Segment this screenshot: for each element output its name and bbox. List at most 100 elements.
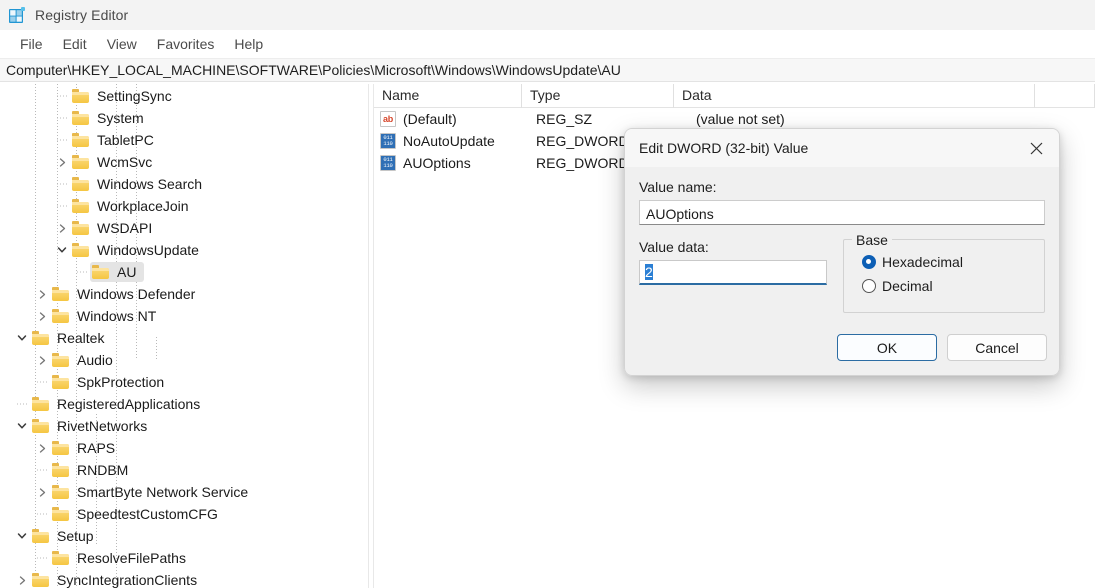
tree-leaf-connector xyxy=(14,393,30,415)
column-header-name[interactable]: Name xyxy=(374,84,522,108)
chevron-right-icon[interactable] xyxy=(34,305,50,327)
chevron-down-icon[interactable] xyxy=(14,327,30,349)
chevron-right-icon[interactable] xyxy=(14,569,30,588)
tree-item-windows-nt[interactable]: Windows NT xyxy=(0,305,368,327)
value-type: REG_SZ xyxy=(528,111,680,127)
tree-item-label: WSDAPI xyxy=(95,219,154,237)
tree-item-content: RNDBM xyxy=(50,460,136,480)
folder-icon xyxy=(32,573,49,587)
value-row[interactable]: ab(Default)REG_SZ(value not set) xyxy=(374,108,1095,130)
value-name-input[interactable] xyxy=(639,200,1045,225)
base-groupbox: Base Hexadecimal Decimal xyxy=(843,239,1045,313)
value-name: (Default) xyxy=(403,111,528,127)
tree-item-content: WorkplaceJoin xyxy=(70,196,197,216)
menu-help[interactable]: Help xyxy=(224,34,273,54)
column-header-data[interactable]: Data xyxy=(674,84,1035,108)
tree-item-system[interactable]: System xyxy=(0,107,368,129)
tree-item-smartbyte-network-service[interactable]: SmartByte Network Service xyxy=(0,481,368,503)
value-name: AUOptions xyxy=(403,155,528,171)
tree-item-setup[interactable]: Setup xyxy=(0,525,368,547)
tree-item-audio[interactable]: Audio xyxy=(0,349,368,371)
column-header-type[interactable]: Type xyxy=(522,84,674,108)
column-header-filler xyxy=(1035,84,1095,108)
tree-item-resolvefilepaths[interactable]: ResolveFilePaths xyxy=(0,547,368,569)
tree-item-label: SmartByte Network Service xyxy=(75,483,250,501)
registry-tree-pane[interactable]: SettingSync System TabletPC WcmSvc Windows S… xyxy=(0,84,368,588)
folder-icon xyxy=(72,199,89,213)
tree-leaf-connector xyxy=(54,195,70,217)
reg-dword-icon: 011110 xyxy=(380,133,396,149)
tree-item-content: Audio xyxy=(50,350,121,370)
close-icon[interactable] xyxy=(1014,129,1059,167)
tree-leaf-connector xyxy=(34,459,50,481)
folder-icon xyxy=(52,287,69,301)
tree-item-label: SpeedtestCustomCFG xyxy=(75,505,220,523)
column-header-row: Name Type Data xyxy=(374,84,1095,108)
radio-decimal[interactable]: Decimal xyxy=(862,274,1034,298)
tree-leaf-connector xyxy=(74,261,90,283)
tree-item-realtek[interactable]: Realtek xyxy=(0,327,368,349)
tree-item-label: Setup xyxy=(55,527,96,545)
tree-item-syncintegrationclients[interactable]: SyncIntegrationClients xyxy=(0,569,368,588)
tree-item-label: WcmSvc xyxy=(95,153,154,171)
chevron-right-icon[interactable] xyxy=(54,151,70,173)
radio-hexadecimal[interactable]: Hexadecimal xyxy=(862,250,1034,274)
tree-item-label: RivetNetworks xyxy=(55,417,149,435)
tree-item-au[interactable]: AU xyxy=(0,261,368,283)
tree-item-settingsync[interactable]: SettingSync xyxy=(0,85,368,107)
dialog-title: Edit DWORD (32-bit) Value xyxy=(639,140,808,156)
dialog-button-row: OK Cancel xyxy=(837,334,1047,361)
tree-item-raps[interactable]: RAPS xyxy=(0,437,368,459)
menu-favorites[interactable]: Favorites xyxy=(147,34,225,54)
chevron-right-icon[interactable] xyxy=(34,283,50,305)
ok-button[interactable]: OK xyxy=(837,334,937,361)
tree-item-windows-search[interactable]: Windows Search xyxy=(0,173,368,195)
chevron-right-icon[interactable] xyxy=(54,217,70,239)
tree-item-content: Setup xyxy=(30,526,102,546)
chevron-down-icon[interactable] xyxy=(54,239,70,261)
tree-item-windowsupdate[interactable]: WindowsUpdate xyxy=(0,239,368,261)
dialog-body: Value name: Value data: 2 Base Hexadecim… xyxy=(625,167,1059,313)
tree-leaf-connector xyxy=(34,371,50,393)
tree-leaf-connector xyxy=(54,107,70,129)
tree-item-label: ResolveFilePaths xyxy=(75,549,188,567)
folder-icon xyxy=(72,133,89,147)
folder-icon xyxy=(72,221,89,235)
menu-edit[interactable]: Edit xyxy=(53,34,97,54)
chevron-down-icon[interactable] xyxy=(14,525,30,547)
menu-view[interactable]: View xyxy=(97,34,147,54)
value-name-label: Value name: xyxy=(639,179,1045,195)
chevron-right-icon[interactable] xyxy=(34,349,50,371)
tree-item-wcmsvc[interactable]: WcmSvc xyxy=(0,151,368,173)
tree-item-speedtestcustomcfg[interactable]: SpeedtestCustomCFG xyxy=(0,503,368,525)
tree-item-label: System xyxy=(95,109,146,127)
value-data-input[interactable]: 2 xyxy=(639,260,827,285)
tree-item-registeredapplications[interactable]: RegisteredApplications xyxy=(0,393,368,415)
tree-leaf-connector xyxy=(34,547,50,569)
tree-item-wsdapi[interactable]: WSDAPI xyxy=(0,217,368,239)
menu-file[interactable]: File xyxy=(10,34,53,54)
tree-item-spkprotection[interactable]: SpkProtection xyxy=(0,371,368,393)
tree-item-label: Windows Search xyxy=(95,175,204,193)
tree-leaf-connector xyxy=(34,503,50,525)
tree-item-label: SyncIntegrationClients xyxy=(55,571,199,588)
folder-icon xyxy=(32,331,49,345)
tree-leaf-connector xyxy=(54,129,70,151)
dialog-title-bar: Edit DWORD (32-bit) Value xyxy=(625,129,1059,167)
tree-item-content: Realtek xyxy=(30,328,112,348)
tree-item-windows-defender[interactable]: Windows Defender xyxy=(0,283,368,305)
tree-item-rivetnetworks[interactable]: RivetNetworks xyxy=(0,415,368,437)
tree-item-label: SpkProtection xyxy=(75,373,166,391)
chevron-right-icon[interactable] xyxy=(34,481,50,503)
registry-path[interactable]: Computer\HKEY_LOCAL_MACHINE\SOFTWARE\Pol… xyxy=(6,62,621,78)
tree-item-rndbm[interactable]: RNDBM xyxy=(0,459,368,481)
tree-item-content: SmartByte Network Service xyxy=(50,482,256,502)
tree-item-content: SyncIntegrationClients xyxy=(30,570,205,588)
chevron-down-icon[interactable] xyxy=(14,415,30,437)
tree-item-content: Windows NT xyxy=(50,306,164,326)
cancel-button[interactable]: Cancel xyxy=(947,334,1047,361)
address-bar[interactable]: Computer\HKEY_LOCAL_MACHINE\SOFTWARE\Pol… xyxy=(0,58,1095,82)
tree-item-workplacejoin[interactable]: WorkplaceJoin xyxy=(0,195,368,217)
chevron-right-icon[interactable] xyxy=(34,437,50,459)
tree-item-tabletpc[interactable]: TabletPC xyxy=(0,129,368,151)
